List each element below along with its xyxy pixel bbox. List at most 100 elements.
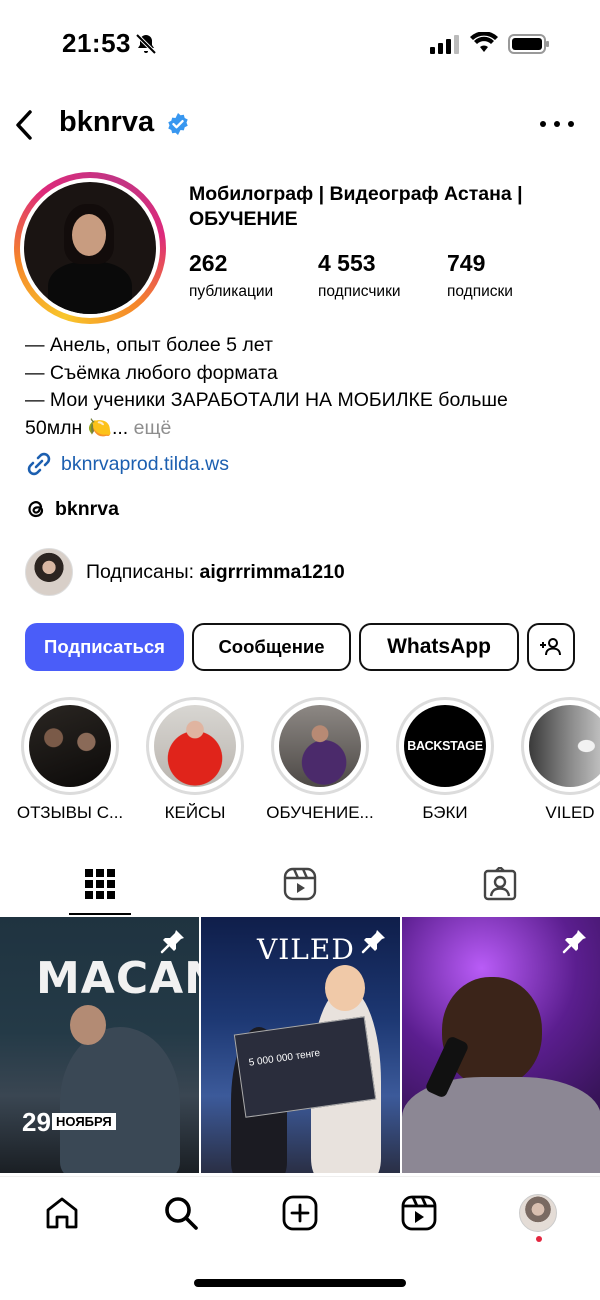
highlight-ring [146,697,244,795]
header-username: bknrva [59,106,155,138]
suggested-users-button[interactable] [527,623,575,671]
highlight-item[interactable]: ОБУЧЕНИЕ... [257,697,383,823]
highlight-cover [529,705,600,787]
battery-icon [508,34,549,54]
message-button[interactable]: Сообщение [192,623,351,671]
stat-following-label: подписки [447,283,513,300]
profile-link[interactable]: bknrvaprod.tilda.ws [25,450,229,478]
whatsapp-button[interactable]: WhatsApp [359,623,519,671]
profile-bio: — Анель, опыт более 5 лет — Съёмка любог… [25,332,585,442]
nav-search[interactable] [161,1193,201,1233]
post-thumbnail[interactable]: VILED 5 000 000 тенге [201,917,400,1173]
bio-line: — Мои ученики ЗАРАБОТАЛИ НА МОБИЛКЕ боль… [25,389,508,411]
stat-followers-value: 4 553 [318,250,376,276]
signal-icon [430,35,459,54]
avatar-figure-face [72,214,106,256]
home-icon [46,1197,78,1229]
avatar-inner [20,178,160,318]
nav-profile[interactable] [518,1193,558,1233]
tab-tagged[interactable] [400,853,600,915]
tagged-icon [483,867,517,901]
followed-by-prefix: Подписаны: [86,560,200,583]
follow-button[interactable]: Подписаться [25,623,184,671]
link-icon [27,452,51,476]
post-title: MACAN [36,953,199,1004]
story-highlights: ОТЗЫВЫ С... КЕЙСЫ ОБУЧЕНИЕ... BACKSTAGE … [0,697,600,827]
post-person-head [70,1005,106,1045]
pin-icon [361,930,385,954]
profile-avatar-story-ring[interactable] [14,172,166,324]
nav-create[interactable] [280,1193,320,1233]
followed-by-text: Подписаны: aigrrrimma1210 [86,561,345,584]
posts-grid: MACAN 29 НОЯБРЯ VILED 5 000 000 тенге [0,917,600,1173]
threads-handle: bknrva [55,497,119,520]
more-dot [540,121,546,127]
post-crowd-shape [60,1027,180,1173]
post-thumbnail[interactable] [402,917,600,1173]
profile-tabs [0,853,600,915]
highlight-label: ОТЗЫВЫ С... [16,803,124,822]
highlight-label: ОБУЧЕНИЕ... [266,803,374,822]
highlight-cover-backstage: BACKSTAGE [404,705,486,787]
highlight-label: VILED [545,803,595,822]
nav-home[interactable] [42,1193,82,1233]
stat-posts-label: публикации [189,283,274,300]
highlight-item[interactable]: VILED [507,697,600,823]
nav-reels[interactable] [399,1193,439,1233]
stat-following[interactable]: 749 подписки [447,250,513,301]
highlight-cover [29,705,111,787]
highlight-item[interactable]: ОТЗЫВЫ С... [7,697,133,823]
highlight-ring [21,697,119,795]
post-date-month: НОЯБРЯ [52,1113,116,1130]
profile-stats: 262 публикации 4 553 подписчики 749 подп… [189,250,589,305]
nav-profile-avatar [519,1194,557,1232]
chevron-left-icon [16,110,32,140]
pin-icon [562,930,586,954]
pin-icon [160,930,184,954]
bell-muted-icon [135,33,157,55]
stat-posts-value: 262 [189,250,228,276]
followed-by-row[interactable]: Подписаны: aigrrrimma1210 [25,548,345,596]
verified-badge-icon [168,113,188,135]
highlight-label: БЭКИ [422,803,468,822]
highlight-item[interactable]: КЕЙСЫ [132,697,258,823]
more-dot [554,121,560,127]
tab-reels[interactable] [200,853,400,915]
highlight-ring: BACKSTAGE [396,697,494,795]
post-title: VILED [257,933,355,966]
highlight-item[interactable]: BACKSTAGE БЭКИ [382,697,508,823]
add-user-icon [540,638,561,656]
followed-by-username: aigrrrimma1210 [199,560,345,583]
stat-posts[interactable]: 262 публикации [189,250,273,301]
highlight-cover [154,705,236,787]
bio-line: 50млн 🍋... [25,416,129,439]
reels-icon [401,1195,437,1231]
highlight-label: КЕЙСЫ [164,803,226,822]
post-thumbnail[interactable]: MACAN 29 НОЯБРЯ [0,917,199,1173]
threads-badge[interactable]: bknrva [25,496,119,522]
stat-following-value: 749 [447,250,486,276]
stat-followers[interactable]: 4 553 подписчики [318,250,401,301]
cheque-amount: 5 000 000 тенге [248,1047,321,1069]
tab-grid[interactable] [0,853,200,915]
more-options-button[interactable] [540,112,574,136]
notification-dot [536,1236,542,1242]
back-button[interactable] [10,105,38,145]
profile-avatar [24,182,156,314]
search-icon [165,1197,198,1230]
bio-line: — Анель, опыт более 5 лет [25,334,273,356]
reels-icon [283,867,317,901]
threads-icon [28,501,44,518]
profile-display-name: Мобилограф | Видеограф Астана | ОБУЧЕНИЕ [189,183,523,230]
bio-more-link[interactable]: ещё [134,417,172,439]
highlight-ring [521,697,600,795]
post-date-day: 29 [22,1107,51,1137]
status-bar: 21:53 [0,0,600,90]
active-tab-indicator [69,913,131,915]
followed-by-avatar [25,548,73,596]
bottom-nav [0,1176,600,1300]
profile-link-text: bknrvaprod.tilda.ws [61,452,229,475]
status-time: 21:53 [62,28,131,58]
more-dot [568,121,574,127]
bio-line: — Съёмка любого формата [25,361,278,384]
